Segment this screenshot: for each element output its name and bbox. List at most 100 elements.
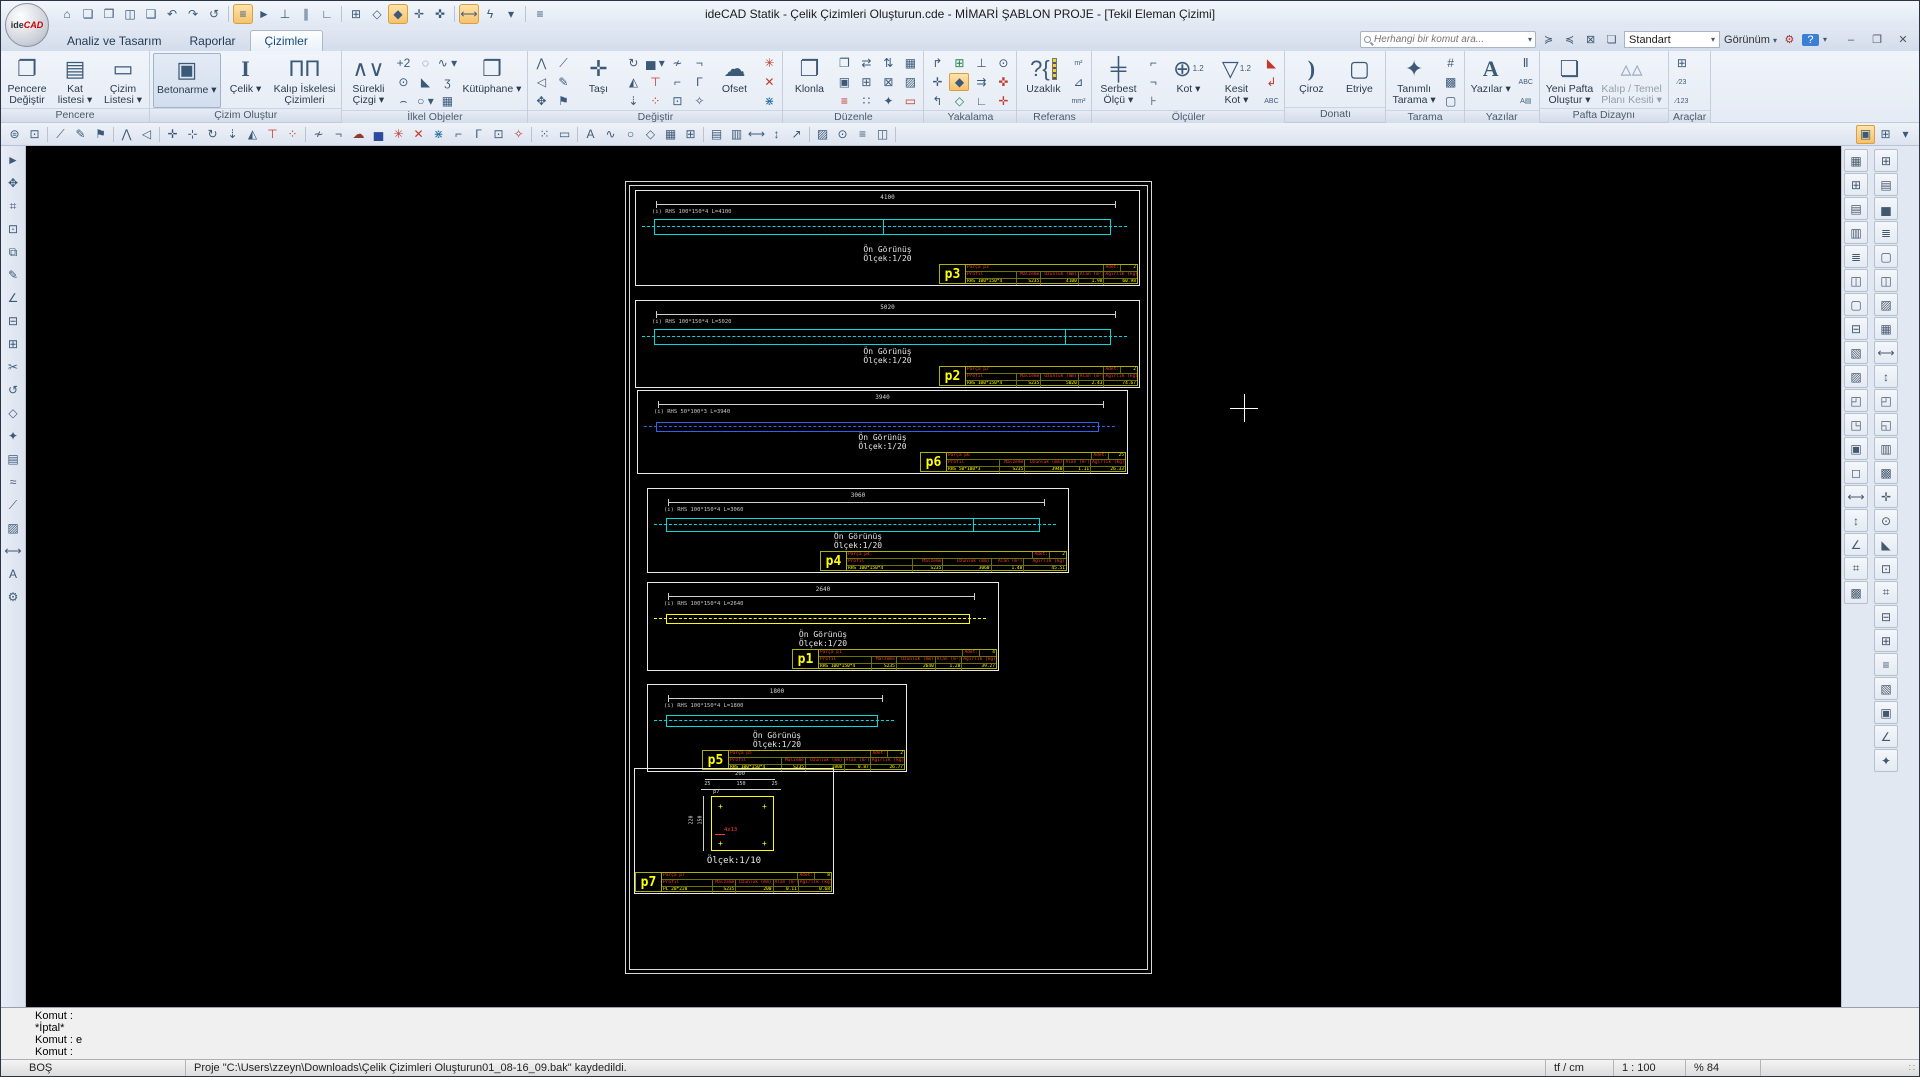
layers2-icon[interactable]: ≡ xyxy=(853,125,872,144)
box-a-icon[interactable]: ▢ xyxy=(1874,245,1898,268)
paste-icon[interactable]: ▣ xyxy=(834,73,854,91)
kalip-iskelesi-cizimleri-button[interactable]: ΠΠ Kalıp İskelesi Çizimleri xyxy=(271,53,339,108)
compass-icon[interactable]: ⋀ xyxy=(117,125,136,144)
measure-knife-icon[interactable]: ⟋ xyxy=(51,125,70,144)
box-b-icon[interactable]: ⊡ xyxy=(1874,557,1898,580)
close-box-icon[interactable]: ⊠ xyxy=(1582,33,1599,46)
table-icon[interactable]: ▤ xyxy=(3,449,23,469)
chart-a-icon[interactable]: ▅ xyxy=(1874,197,1898,220)
dimension-mode-icon[interactable]: ⟷ xyxy=(459,4,479,24)
ellipse-icon[interactable]: ○ ▾ xyxy=(415,92,435,110)
pencere-degistir-button[interactable]: ❐ Pencere Değiştir xyxy=(4,53,50,108)
leader-icon[interactable]: ↗ xyxy=(787,125,806,144)
tab-raporlar[interactable]: Raporlar xyxy=(175,31,249,51)
quick-command-icon[interactable]: ϟ xyxy=(480,4,500,24)
ofset-button[interactable]: ☁ Ofset xyxy=(711,53,757,110)
grid-1-icon[interactable]: ▦ xyxy=(1844,149,1868,172)
dim-h-icon[interactable]: ⟷ xyxy=(1844,485,1868,508)
spark-pen-icon[interactable]: ✧ xyxy=(689,92,709,110)
label-flag-icon[interactable]: ⚑ xyxy=(553,92,573,110)
search-dropdown-icon[interactable]: ▾ xyxy=(1528,35,1532,44)
app-logo[interactable]: ide CAD xyxy=(5,3,49,47)
grid-icon[interactable]: ⌗ xyxy=(3,196,23,216)
abc-open-icon[interactable]: ABC xyxy=(1516,73,1536,91)
move-ref-icon[interactable]: ✦ xyxy=(878,92,898,110)
diamond-icon[interactable]: ◇ xyxy=(3,403,23,423)
grid-edit-icon[interactable]: ▦ xyxy=(900,54,920,72)
move-icon[interactable]: ✛ xyxy=(163,125,182,144)
hatch-1-icon[interactable]: ▧ xyxy=(1844,341,1868,364)
area-m2-icon[interactable]: m² xyxy=(1068,54,1088,72)
grid-3-icon[interactable]: ⌗ xyxy=(1844,557,1868,580)
panel-minus-icon[interactable]: ⊟ xyxy=(3,311,23,331)
drawing-frame-p7[interactable]: 200 25 150 25 220 150 + + + + p7 4x13 Ölçek:1/10 p7 Pa… xyxy=(634,768,834,894)
toolbar-more-icon[interactable]: ▾ xyxy=(1896,125,1915,144)
panel-plus-icon[interactable]: ⊞ xyxy=(3,334,23,354)
scatter-move-icon[interactable]: ⁘ xyxy=(645,92,665,110)
undo-arc-icon[interactable]: ↺ xyxy=(3,380,23,400)
angle-23-icon[interactable]: ∕23 xyxy=(1672,73,1692,91)
command-line[interactable]: Komut : xyxy=(35,1046,1919,1058)
angle-123-icon[interactable]: ∕123 xyxy=(1672,92,1692,110)
lock-icon[interactable]: ◫ xyxy=(873,125,892,144)
stretch-icon[interactable]: ✥ xyxy=(531,92,551,110)
star-icon[interactable]: ✦ xyxy=(3,426,23,446)
tab-çizimler[interactable]: Çizimler xyxy=(249,30,323,51)
group-icon[interactable]: ⊞ xyxy=(856,73,876,91)
x-cross-icon[interactable]: ✕ xyxy=(759,73,779,91)
zoom-realtime-icon[interactable]: ⊜ xyxy=(5,125,24,144)
search-input[interactable] xyxy=(1374,34,1526,45)
poly-snap-icon[interactable]: ◇ xyxy=(367,4,387,24)
status-zoom[interactable]: % 84 xyxy=(1686,1060,1761,1076)
dim-vertical-icon[interactable]: ↕ xyxy=(767,125,786,144)
drawing-frame-p4[interactable]: 3060 (i) RHS 100*150*4 L=3060 Ön Görünüş Öl… xyxy=(647,488,1069,573)
arc-icon[interactable]: ⌢ xyxy=(393,92,413,110)
text-style-icon[interactable]: A▤ xyxy=(1516,92,1536,110)
node-snap-icon[interactable]: ◆ xyxy=(388,4,408,24)
break-at-point-icon[interactable]: ⋇ xyxy=(759,92,779,110)
grid-icon[interactable]: ⊞ xyxy=(681,125,700,144)
restore-button[interactable]: ❐ xyxy=(1865,31,1889,48)
solid-icon[interactable]: ▩ xyxy=(1844,581,1868,604)
area-mm2-icon[interactable]: mm² xyxy=(1068,92,1088,110)
mirror-icon[interactable]: ◭ xyxy=(623,73,643,91)
settings-icon[interactable]: ⚙ xyxy=(1781,33,1798,46)
hatch-solid-icon[interactable]: ▩ xyxy=(1441,73,1461,91)
style-combo[interactable]: Standart ▾ xyxy=(1624,31,1721,48)
resize-grip-icon[interactable]: ∷ xyxy=(1909,1063,1919,1074)
stretch-icon[interactable]: ⊹ xyxy=(183,125,202,144)
circle-icon[interactable]: ○ xyxy=(621,125,640,144)
panel-a-icon[interactable]: ◫ xyxy=(1874,269,1898,292)
swap-icon[interactable]: ⇅ xyxy=(878,54,898,72)
list-b-icon[interactable]: ≡ xyxy=(1874,653,1898,676)
toolbar-list-icon[interactable]: ≽ xyxy=(1540,33,1557,46)
hatch-2-icon[interactable]: ▨ xyxy=(1844,365,1868,388)
pen-icon[interactable]: ✎ xyxy=(71,125,90,144)
abc-leader-icon[interactable]: ABC xyxy=(1261,92,1281,110)
grid-b-icon[interactable]: ▦ xyxy=(1874,317,1898,340)
customize-icon[interactable]: ≡ xyxy=(530,4,550,24)
squiggle-icon[interactable]: ʒ xyxy=(437,73,457,91)
drawing-frame-p2[interactable]: 5020 (i) RHS 100*150*4 L=5020 Ön Görünüş Öl… xyxy=(635,300,1140,388)
columns-icon[interactable]: ▥ xyxy=(727,125,746,144)
break-star-icon[interactable]: ✳ xyxy=(759,54,779,72)
table-b-icon[interactable]: ▥ xyxy=(1874,437,1898,460)
rotate-icon[interactable]: ↻ xyxy=(623,54,643,72)
text-a-icon[interactable]: A xyxy=(3,564,23,584)
direction-left-icon[interactable]: ↰ xyxy=(927,92,947,110)
view-menu[interactable]: Görünüm ▾ xyxy=(1724,34,1777,46)
command-line[interactable]: Komut : e xyxy=(35,1034,1919,1046)
table-1-icon[interactable]: ▤ xyxy=(1844,197,1868,220)
offset-2-icon[interactable]: +2 xyxy=(393,54,413,72)
dim-linear-icon[interactable]: ⟷ xyxy=(747,125,766,144)
cross-a-icon[interactable]: ✛ xyxy=(1874,485,1898,508)
copy-icon[interactable]: ❐ xyxy=(834,54,854,72)
dim-a-icon[interactable]: ⟷ xyxy=(1874,341,1898,364)
pafta-view-icon[interactable]: ▣ xyxy=(1856,124,1875,144)
kot-button[interactable]: ⊕ 1.2 Kot ▾ xyxy=(1165,53,1211,110)
dots-array-icon[interactable]: ∷ xyxy=(856,92,876,110)
grid-snap-icon[interactable]: ⊞ xyxy=(346,4,366,24)
monitor-icon[interactable]: ▭ xyxy=(555,125,574,144)
select-cursor-icon[interactable]: ► xyxy=(254,4,274,24)
open-angle-icon[interactable]: ◁ xyxy=(531,73,551,91)
